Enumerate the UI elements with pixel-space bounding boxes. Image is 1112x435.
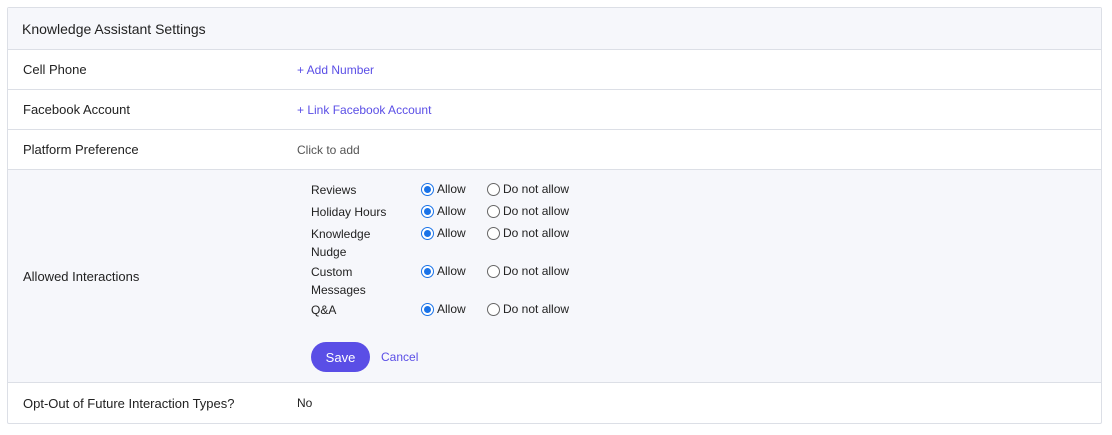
allowed-interactions-label: Allowed Interactions	[23, 268, 140, 284]
allow-label: Allow	[437, 182, 466, 196]
opt-out-row: Opt-Out of Future Interaction Types? No	[8, 383, 1101, 423]
qa-allow-radio[interactable]	[421, 302, 434, 316]
knowledge-nudge-allow-option[interactable]: Allow	[421, 226, 466, 240]
link-facebook-account-link[interactable]: + Link Facebook Account	[297, 103, 431, 117]
allowed-interactions-row: Allowed Interactions Reviews Allow Do no…	[8, 170, 1101, 383]
platform-preference-row: Platform Preference Click to add	[8, 130, 1101, 170]
custom-messages-deny-radio[interactable]	[487, 264, 500, 278]
holiday-hours-allow-option[interactable]: Allow	[421, 204, 466, 218]
opt-out-value[interactable]: No	[297, 396, 312, 410]
cancel-link[interactable]: Cancel	[381, 350, 418, 364]
qa-deny-option[interactable]: Do not allow	[487, 302, 569, 316]
reviews-deny-option[interactable]: Do not allow	[487, 182, 569, 196]
platform-preference-value[interactable]: Click to add	[297, 143, 360, 157]
knowledge-nudge-deny-radio[interactable]	[487, 226, 500, 240]
allow-label: Allow	[437, 204, 466, 218]
deny-label: Do not allow	[503, 302, 570, 316]
interaction-name: Reviews	[311, 183, 357, 197]
add-number-link[interactable]: + Add Number	[297, 63, 374, 77]
deny-label: Do not allow	[503, 182, 570, 196]
cell-phone-row: Cell Phone + Add Number	[8, 50, 1101, 90]
reviews-deny-radio[interactable]	[487, 182, 500, 196]
panel-title: Knowledge Assistant Settings	[22, 20, 206, 37]
knowledge-nudge-allow-radio[interactable]	[421, 226, 434, 240]
panel-header: Knowledge Assistant Settings	[8, 8, 1101, 50]
reviews-allow-radio[interactable]	[421, 182, 434, 196]
holiday-hours-allow-radio[interactable]	[421, 204, 434, 218]
allow-label: Allow	[437, 226, 466, 240]
qa-deny-radio[interactable]	[487, 302, 500, 316]
opt-out-label: Opt-Out of Future Interaction Types?	[23, 395, 235, 411]
qa-allow-option[interactable]: Allow	[421, 302, 466, 316]
settings-panel: Knowledge Assistant Settings Cell Phone …	[7, 7, 1102, 424]
allow-label: Allow	[437, 302, 466, 316]
reviews-allow-option[interactable]: Allow	[421, 182, 466, 196]
custom-messages-allow-option[interactable]: Allow	[421, 264, 466, 278]
deny-label: Do not allow	[503, 264, 570, 278]
holiday-hours-deny-radio[interactable]	[487, 204, 500, 218]
interaction-name: Holiday Hours	[311, 205, 387, 219]
interaction-name: Knowledge Nudge	[311, 227, 371, 259]
holiday-hours-deny-option[interactable]: Do not allow	[487, 204, 569, 218]
facebook-account-row: Facebook Account + Link Facebook Account	[8, 90, 1101, 130]
custom-messages-allow-radio[interactable]	[421, 264, 434, 278]
deny-label: Do not allow	[503, 204, 570, 218]
platform-preference-label: Platform Preference	[23, 142, 139, 157]
facebook-account-label: Facebook Account	[23, 102, 130, 117]
knowledge-nudge-deny-option[interactable]: Do not allow	[487, 226, 569, 240]
cell-phone-label: Cell Phone	[23, 62, 87, 77]
interaction-name: Custom Messages	[311, 265, 366, 297]
custom-messages-deny-option[interactable]: Do not allow	[487, 264, 569, 278]
deny-label: Do not allow	[503, 226, 570, 240]
interaction-name: Q&A	[311, 303, 337, 317]
allow-label: Allow	[437, 264, 466, 278]
save-button[interactable]: Save	[311, 342, 370, 372]
